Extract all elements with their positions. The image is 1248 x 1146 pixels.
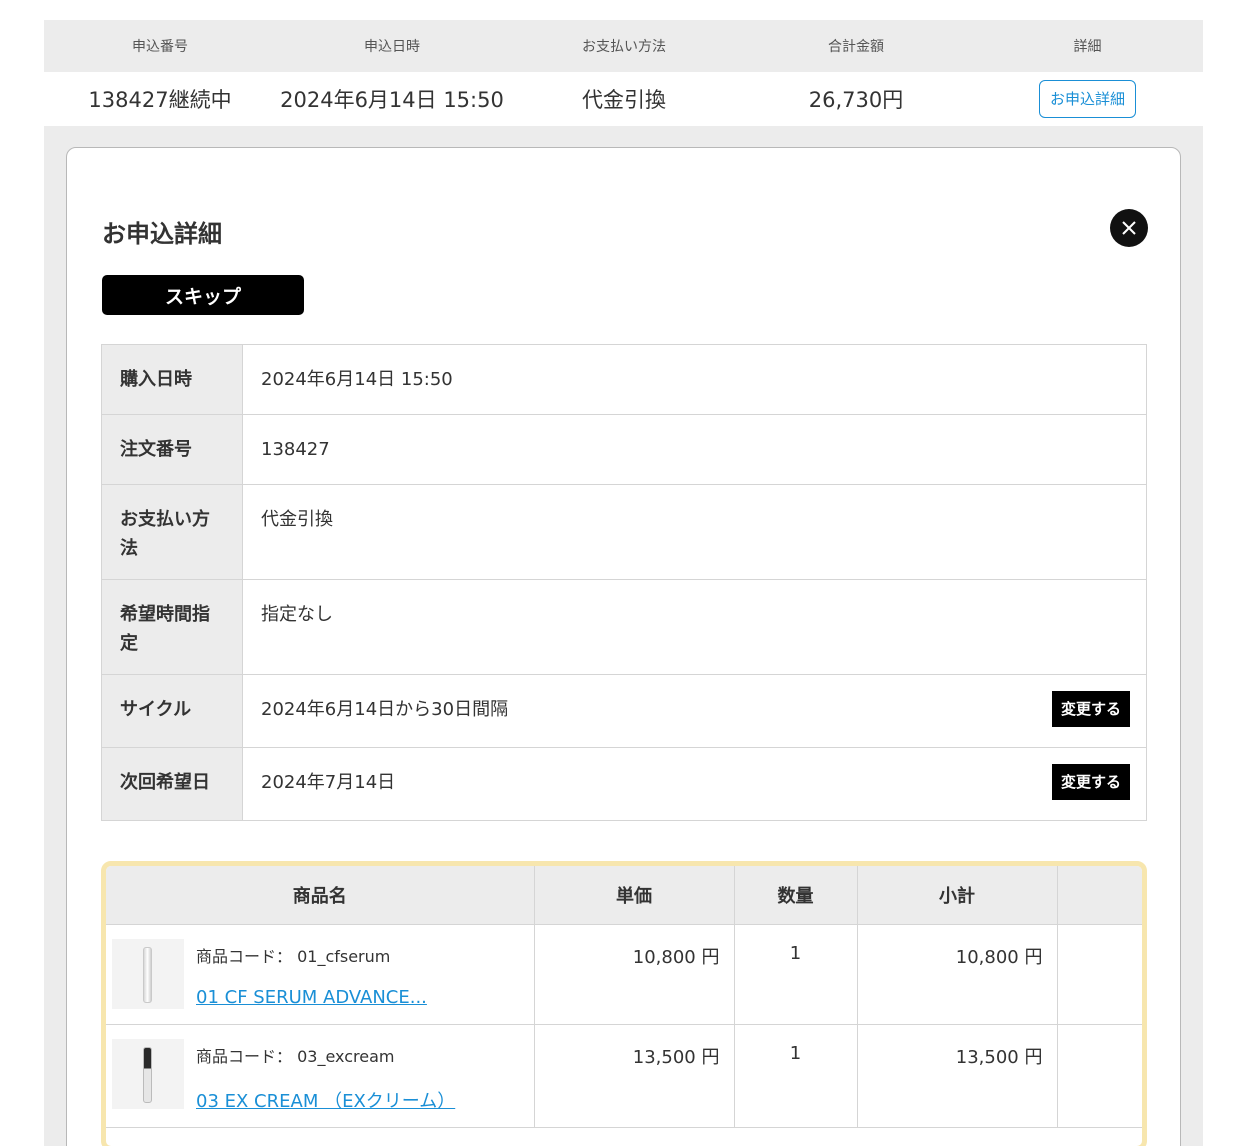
payment-value: 代金引換 [261,509,333,530]
cycle-value: 2024年6月14日から30日間隔 [261,699,509,720]
info-row-cycle: サイクル 2024年6月14日から30日間隔 変更する [102,675,1146,748]
product-link[interactable]: 01 CF SERUM ADVANCE... [196,987,427,1008]
product-table-container: 商品名 単価 数量 小計 商品コード： 01_cfserum 01 CF SER… [101,861,1147,1146]
header-order-number: 申込番号 [132,39,188,55]
info-row-purchase-datetime: 購入日時 2024年6月14日 15:50 [102,345,1146,415]
summary-data-row: 138427継続中 2024年6月14日 15:50 代金引換 26,730円 … [44,72,1203,126]
order-summary-table: 申込番号 申込日時 お支払い方法 合計金額 詳細 138427継続中 2024年… [44,20,1203,126]
header-total-amount: 合計金額 [828,39,884,55]
order-detail-modal: お申込詳細 スキップ 購入日時 2024年6月14日 15:50 注文番号 13… [66,147,1181,1146]
purchase-datetime-value: 2024年6月14日 15:50 [261,369,453,390]
info-value: 2024年6月14日から30日間隔 変更する [243,675,1146,747]
product-cell: 商品コード： 01_cfserum 01 CF SERUM ADVANCE... [106,924,535,1025]
info-value: 指定なし [243,580,1146,674]
info-value: 138427 [243,415,1146,484]
table-row: 商品コード： 03_excream 03 EX CREAM （EXクリーム） 1… [106,1024,1142,1128]
row-extra-cell [1057,924,1142,1025]
info-label: サイクル [102,675,243,747]
delivery-time-value: 指定なし [261,604,333,625]
detail-cell: お申込詳細 [972,80,1203,118]
info-label: 注文番号 [102,415,243,484]
header-order-datetime: 申込日時 [364,39,420,55]
product-code: 商品コード： 03_excream [196,1046,395,1066]
info-row-payment: お支払い方法 代金引換 [102,485,1146,580]
next-date-value: 2024年7月14日 [261,772,396,793]
info-value: 2024年6月14日 15:50 [243,345,1146,414]
total-amount: 26,730円 [808,88,904,112]
header-extra [1057,866,1142,925]
order-detail-button[interactable]: お申込詳細 [1038,80,1136,118]
header-payment-method: お支払い方法 [582,39,666,55]
product-table: 商品名 単価 数量 小計 商品コード： 01_cfserum 01 CF SER… [106,866,1142,1128]
info-value: 2024年7月14日 変更する [243,748,1146,820]
product-thumbnail[interactable] [112,1038,184,1109]
product-link[interactable]: 03 EX CREAM （EXクリーム） [196,1087,455,1113]
summary-header-row: 申込番号 申込日時 お支払い方法 合計金額 詳細 [44,20,1203,72]
info-row-order-number: 注文番号 138427 [102,415,1146,485]
table-row: 商品コード： 01_cfserum 01 CF SERUM ADVANCE...… [106,924,1142,1025]
header-detail: 詳細 [1073,39,1102,55]
order-datetime: 2024年6月14日 15:50 [280,88,504,112]
change-cycle-button[interactable]: 変更する [1051,691,1130,727]
subtotal: 13,500 円 [857,1024,1058,1128]
info-row-delivery-time: 希望時間指定 指定なし [102,580,1146,675]
close-button[interactable] [1110,209,1148,247]
subtotal: 10,800 円 [857,924,1058,1025]
row-extra-cell [1057,1024,1142,1128]
quantity: 1 [734,924,858,1025]
modal-title: お申込詳細 [102,220,222,248]
change-next-date-button[interactable]: 変更する [1051,764,1130,800]
product-thumbnail[interactable] [112,938,184,1009]
order-number: 138427継続中 [88,88,232,112]
order-info-table: 購入日時 2024年6月14日 15:50 注文番号 138427 お支払い方法… [101,344,1147,821]
product-cell: 商品コード： 03_excream 03 EX CREAM （EXクリーム） [106,1024,535,1128]
info-row-next-date: 次回希望日 2024年7月14日 変更する [102,748,1146,820]
info-value: 代金引換 [243,485,1146,579]
info-label: 購入日時 [102,345,243,414]
info-label: お支払い方法 [102,485,243,579]
payment-method: 代金引換 [582,88,666,112]
close-icon [1122,221,1136,235]
header-subtotal: 小計 [857,866,1058,925]
info-label: 希望時間指定 [102,580,243,674]
header-product-name: 商品名 [106,866,535,925]
skip-button[interactable]: スキップ [102,275,304,315]
info-label: 次回希望日 [102,748,243,820]
quantity: 1 [734,1024,858,1128]
product-code: 商品コード： 01_cfserum [196,946,391,966]
header-quantity: 数量 [734,866,858,925]
order-number-value: 138427 [261,439,330,460]
header-unit-price: 単価 [534,866,735,925]
unit-price: 13,500 円 [534,1024,735,1128]
product-header-row: 商品名 単価 数量 小計 [106,866,1142,925]
unit-price: 10,800 円 [534,924,735,1025]
